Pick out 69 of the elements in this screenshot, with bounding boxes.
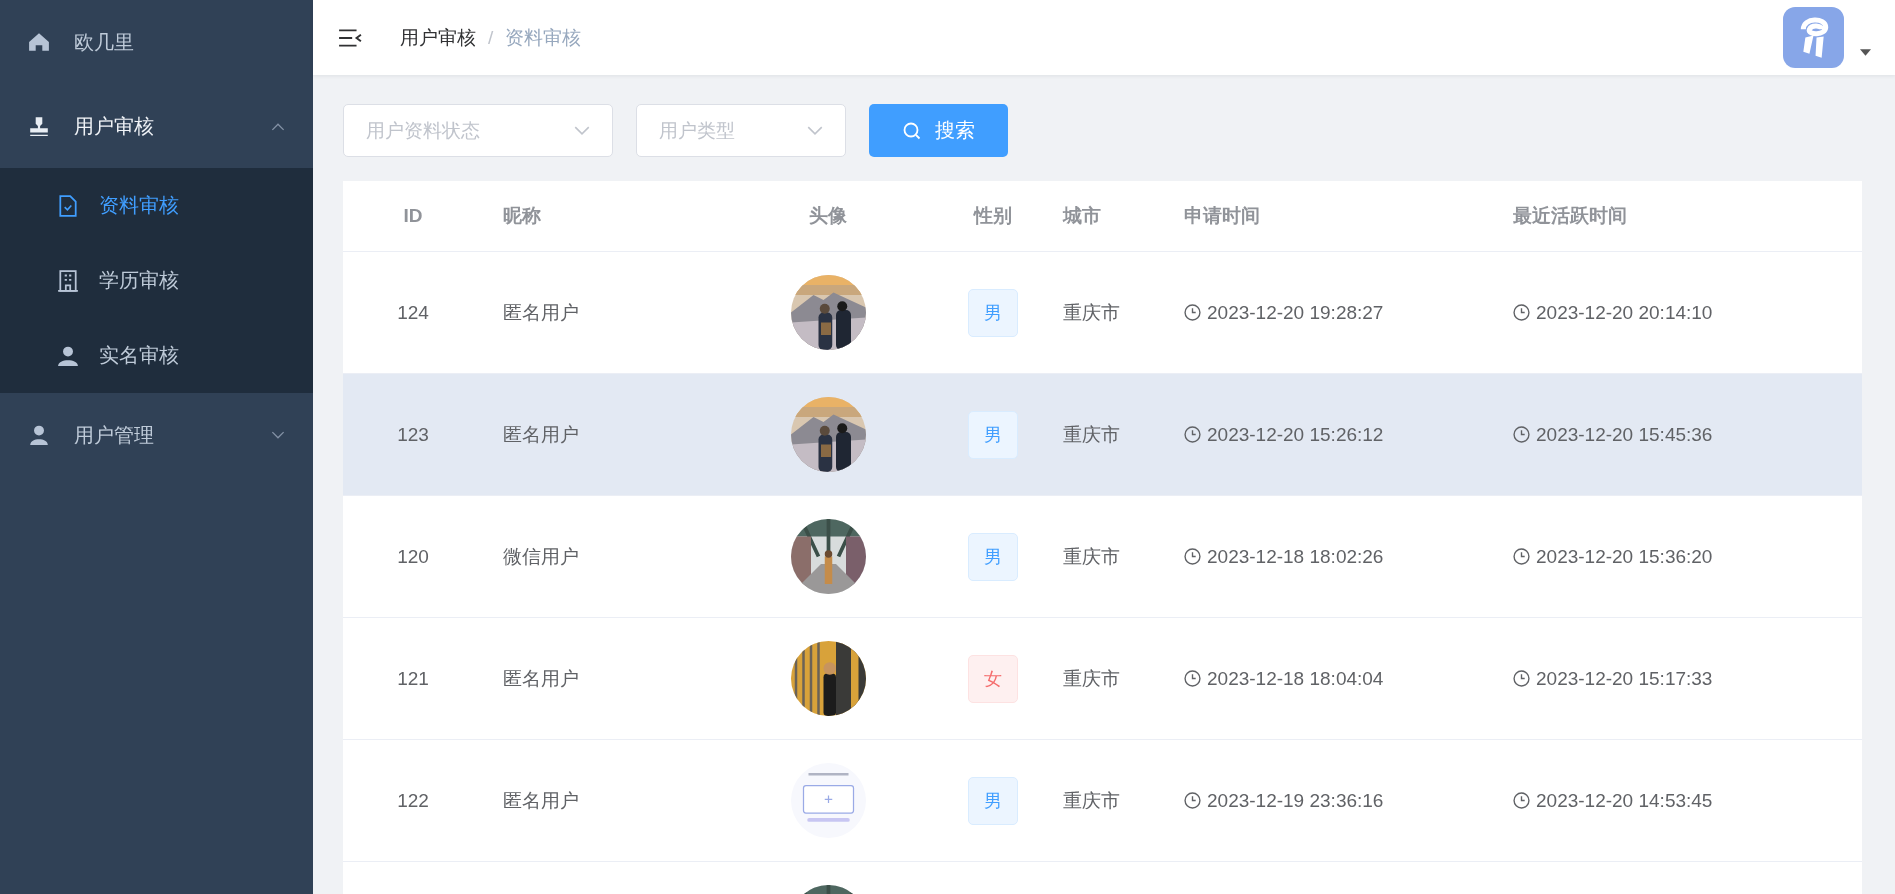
gender-tag: 男 (968, 288, 1018, 337)
gender-tag: 女 (968, 654, 1018, 703)
active-time-cell: 2023-12-20 15:45:36 (1536, 423, 1713, 446)
column-header: 昵称 (503, 204, 541, 228)
clock-icon (1513, 304, 1530, 321)
city-cell-text: 重庆市 (1063, 788, 1120, 813)
menu-item[interactable]: 用户审核 (0, 84, 313, 168)
breadcrumb-item: 资料审核 (505, 25, 582, 50)
gender-tag: 男 (968, 410, 1018, 459)
column-header: 申请时间 (1184, 204, 1260, 228)
nickname-cell-text: 匿名用户 (503, 422, 579, 447)
id-cell: 120 (397, 545, 429, 568)
nickname-cell-text: 微信用户 (503, 544, 579, 569)
stamp-icon (28, 115, 50, 137)
clock-icon (1184, 426, 1201, 443)
breadcrumb-item[interactable]: 用户审核 (400, 24, 476, 51)
city-cell-text: 重庆市 (1063, 544, 1120, 569)
applied-time-cell: 2023-12-19 23:36:16 (1207, 789, 1384, 812)
id-cell: 124 (397, 301, 429, 324)
column-header: 头像 (809, 204, 847, 228)
nickname-cell-text: 匿名用户 (503, 666, 579, 691)
clock-icon (1184, 792, 1201, 809)
search-icon (902, 121, 921, 140)
chevron-up-icon (271, 121, 285, 131)
clock-icon (1184, 548, 1201, 565)
chevron-down-icon (271, 430, 285, 440)
nickname-cell-text: 匿名用户 (503, 300, 579, 325)
column-header: ID (403, 205, 423, 227)
city-cell-text: 重庆市 (1063, 422, 1120, 447)
clock-icon (1513, 792, 1530, 809)
clock-icon (1513, 548, 1530, 565)
submenu-item[interactable]: 学历审核 (0, 243, 313, 318)
menu-icon[interactable] (338, 27, 362, 48)
city-cell-text: 重庆市 (1063, 666, 1120, 691)
active-time-cell: 2023-12-20 15:17:33 (1536, 667, 1713, 690)
caret-down-icon[interactable] (1860, 49, 1871, 56)
gender-tag: 男 (968, 532, 1018, 581)
applied-time-cell: 2023-12-20 15:26:12 (1207, 423, 1384, 446)
id-cell: 122 (397, 789, 429, 812)
nickname-cell-text: 匿名用户 (503, 788, 579, 813)
column-header: 城市 (1063, 204, 1101, 228)
menu-item[interactable]: 欧几里 (0, 0, 313, 84)
clock-icon (1184, 670, 1201, 687)
id-cell: 121 (397, 667, 429, 690)
clock-icon (1513, 426, 1530, 443)
id-cell: 123 (397, 423, 429, 446)
person-icon (57, 344, 79, 367)
submenu-item[interactable]: 实名审核 (0, 318, 313, 393)
breadcrumb-separator: / (488, 26, 494, 49)
clock-icon (1184, 304, 1201, 321)
user-icon (28, 424, 50, 446)
document-check-icon (57, 194, 79, 217)
column-header: 性别 (974, 204, 1012, 228)
building-icon (57, 269, 79, 292)
active-time-cell: 2023-12-20 20:14:10 (1536, 301, 1713, 324)
home-icon (28, 31, 50, 53)
applied-time-cell: 2023-12-20 19:28:27 (1207, 301, 1384, 324)
clock-icon (1513, 670, 1530, 687)
city-cell-text: 重庆市 (1063, 300, 1120, 325)
applied-time-cell: 2023-12-18 18:02:26 (1207, 545, 1384, 568)
chevron-down-icon (807, 126, 823, 135)
menu-item[interactable]: 用户管理 (0, 393, 313, 477)
submenu-item[interactable]: 资料审核 (0, 168, 313, 243)
active-time-cell: 2023-12-20 15:36:20 (1536, 545, 1713, 568)
chevron-down-icon (574, 126, 590, 135)
gender-tag: 男 (968, 776, 1018, 825)
column-header: 最近活跃时间 (1513, 204, 1627, 228)
applied-time-cell: 2023-12-18 18:04:04 (1207, 667, 1384, 690)
active-time-cell: 2023-12-20 14:53:45 (1536, 789, 1713, 812)
